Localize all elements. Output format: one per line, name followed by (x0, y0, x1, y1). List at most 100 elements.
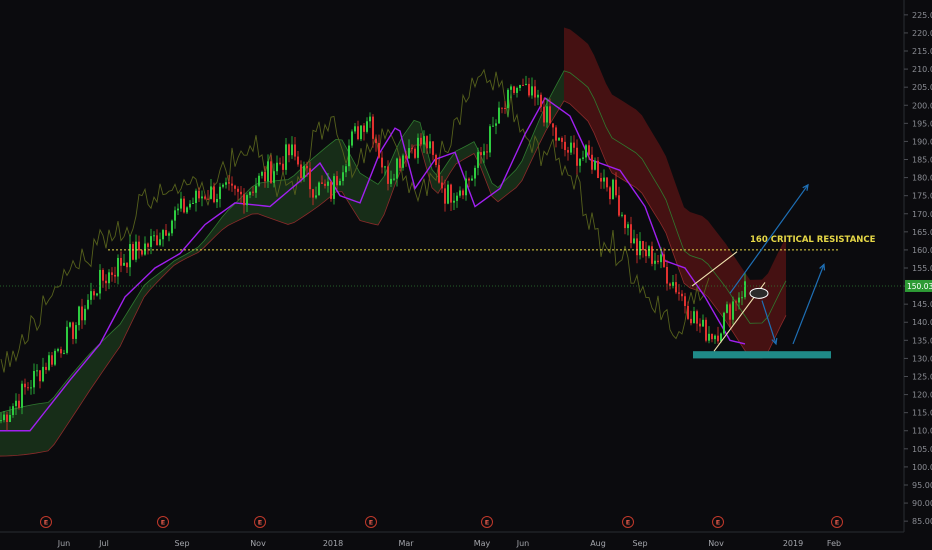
candle-body (78, 306, 80, 326)
cloud-segment (570, 29, 576, 110)
price-tick-label: 195.00 (912, 119, 932, 128)
candle-body (441, 182, 443, 189)
candle-body (9, 414, 11, 423)
candle-body (345, 166, 347, 173)
candle-body (174, 210, 176, 221)
candle-body (618, 195, 620, 216)
candle-body (723, 312, 725, 334)
time-tick-mar: Mar (398, 539, 414, 548)
candle-body (141, 250, 143, 255)
candle-body (651, 246, 653, 264)
earnings-marker-label: E (161, 519, 165, 527)
candle-body (603, 177, 605, 182)
candle-body (465, 178, 467, 196)
time-tick-jun: Jun (516, 539, 530, 548)
candle-body (573, 142, 575, 148)
candle-body (69, 322, 71, 327)
candle-body (219, 186, 221, 200)
cloud-segment (282, 179, 288, 225)
candle-body (639, 241, 641, 256)
candle-body (459, 190, 461, 196)
candle-body (138, 241, 140, 251)
candle-body (735, 301, 737, 303)
price-tick-label: 200.00 (912, 101, 932, 110)
candle-body (732, 301, 734, 320)
candle-body (18, 400, 20, 408)
candle-body (90, 291, 92, 300)
candle-body (147, 243, 149, 247)
candle-body (84, 308, 86, 321)
candle-body (387, 166, 389, 184)
candle-body (462, 190, 464, 196)
support-zone (693, 351, 831, 359)
candle-body (393, 178, 395, 180)
candle-body (576, 147, 578, 166)
candle-body (474, 167, 476, 179)
cloud-segment (372, 180, 378, 226)
time-tick-jul: Jul (98, 539, 109, 548)
candle-body (357, 126, 359, 140)
cloud-segment (294, 169, 300, 223)
candle-body (3, 414, 5, 421)
candle-body (66, 326, 68, 353)
price-tick-label: 215.00 (912, 47, 932, 56)
price-tick-label: 120.00 (912, 391, 932, 400)
candle-body (564, 141, 566, 151)
candle-body (162, 230, 164, 240)
time-tick-feb: Feb (827, 539, 841, 548)
candle-body (627, 224, 629, 229)
candle-body (267, 161, 269, 182)
candle-body (15, 400, 17, 407)
candle-body (228, 182, 230, 184)
candle-body (300, 164, 302, 179)
candle-body (561, 137, 563, 142)
candle-body (156, 235, 158, 245)
candle-body (54, 350, 56, 365)
candle-body (498, 107, 500, 124)
cloud-segment (690, 211, 696, 291)
candle-body (600, 178, 602, 182)
candle-body (51, 355, 53, 365)
candle-body (708, 333, 710, 341)
cloud-segment (642, 115, 648, 204)
candle-body (528, 83, 530, 96)
candle-body (663, 254, 665, 267)
candle-body (123, 262, 125, 266)
candle-body (216, 199, 218, 203)
candle-body (288, 144, 290, 156)
cloud-segment (648, 125, 654, 213)
price-tick-label: 185.00 (912, 156, 932, 165)
candle-body (546, 106, 548, 123)
candle-body (252, 191, 254, 193)
candle-body (264, 171, 266, 182)
chart-background (0, 0, 932, 550)
candle-body (654, 260, 656, 264)
price-tick-label: 85.00 (912, 517, 932, 526)
candle-body (438, 165, 440, 183)
candle-body (315, 195, 317, 198)
candle-body (21, 383, 23, 408)
candle-body (414, 148, 416, 158)
candle-body (675, 282, 677, 293)
candle-body (714, 335, 716, 340)
candle-body (468, 178, 470, 181)
candle-body (516, 87, 518, 93)
price-tick-label: 160.00 (912, 246, 932, 255)
cloud-segment (660, 145, 666, 234)
candle-body (417, 137, 419, 158)
candle-body (225, 182, 227, 185)
candle-body (297, 156, 299, 165)
candle-body (360, 125, 362, 140)
price-tick-label: 110.00 (912, 427, 932, 436)
candle-body (144, 243, 146, 255)
candle-body (705, 319, 707, 341)
earnings-marker-label: E (369, 519, 373, 527)
candle-body (126, 262, 128, 268)
candle-body (399, 158, 401, 168)
time-tick-aug: Aug (590, 539, 606, 548)
candle-body (246, 195, 248, 206)
candle-body (582, 157, 584, 159)
earnings-marker-label: E (835, 519, 839, 527)
cloud-segment (636, 109, 642, 194)
candle-body (276, 162, 278, 172)
